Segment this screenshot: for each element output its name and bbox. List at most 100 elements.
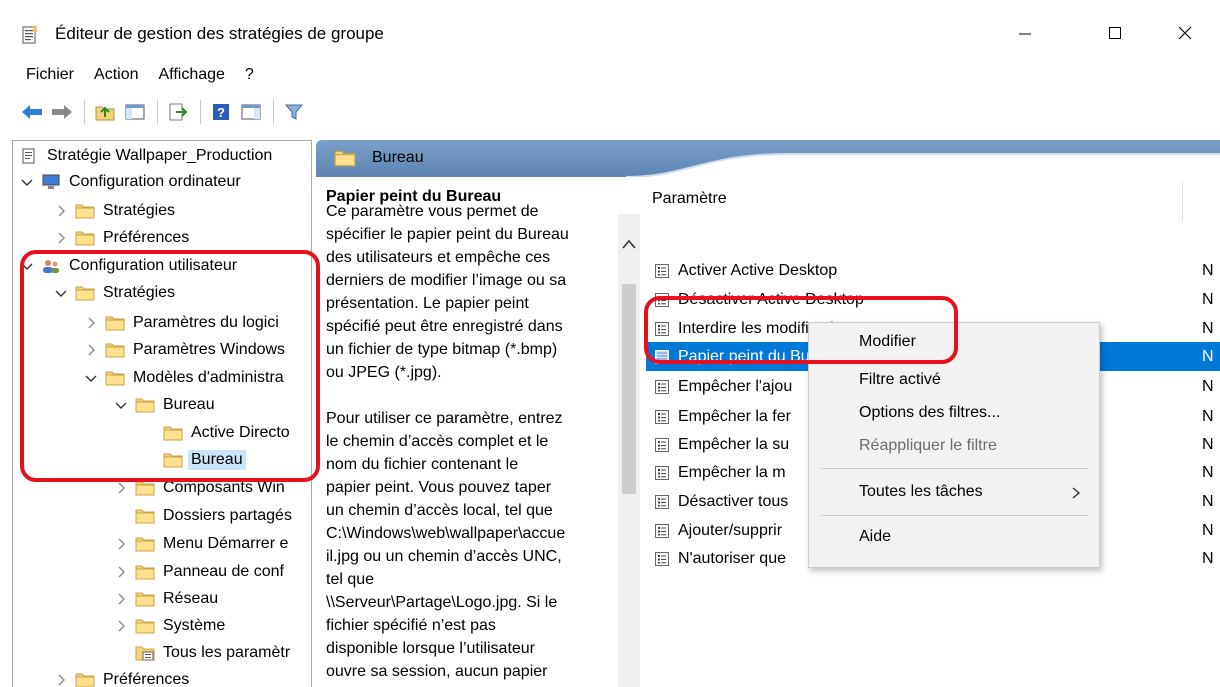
policy-setting-icon <box>654 292 670 308</box>
chevron-down-icon <box>19 258 35 274</box>
tree-computer-strategies[interactable]: Stratégies <box>53 198 175 224</box>
description-line <box>326 384 612 407</box>
submenu-arrow-icon <box>1072 487 1081 499</box>
menu-affichage[interactable]: Affichage <box>158 64 234 86</box>
tree-label: Active Directo <box>191 424 290 441</box>
chevron-right-icon <box>53 672 69 687</box>
description-line: disponible lorsque l’utilisateur <box>326 640 536 657</box>
tree-all-settings[interactable]: Tous les paramètr <box>135 640 290 666</box>
column-separator[interactable] <box>1182 182 1183 222</box>
description-line: spécifier le papier peint du Bureau <box>326 226 569 243</box>
window-title: Éditeur de gestion des stratégies de gro… <box>55 24 384 43</box>
folder-icon <box>75 203 95 219</box>
policy-setting-icon <box>654 263 670 279</box>
tree-active-directory[interactable]: Active Directo <box>163 420 290 446</box>
description-line: fichier spécifié n’est pas <box>326 617 496 634</box>
toolbar-separator <box>200 100 201 124</box>
tree-user-config[interactable]: Configuration utilisateur <box>19 253 237 279</box>
chevron-right-icon <box>53 203 69 219</box>
context-item-aide[interactable]: Aide <box>859 528 891 546</box>
setting-label: Empêcher l'ajou <box>678 377 793 395</box>
context-item-toutes-taches[interactable]: Toutes les tâches <box>859 483 983 501</box>
maximize-icon <box>1109 27 1121 39</box>
export-list-button[interactable] <box>164 98 192 126</box>
maximize-button[interactable] <box>1092 16 1138 50</box>
tree-windows-components[interactable]: Composants Win <box>113 475 285 501</box>
tree-computer-preferences[interactable]: Préférences <box>53 225 189 251</box>
tree-software-settings[interactable]: Paramètres du logici <box>83 310 279 336</box>
policy-setting-icon <box>654 551 670 567</box>
menu-fichier[interactable]: Fichier <box>26 64 84 86</box>
scroll-up-icon[interactable] <box>621 238 637 250</box>
menu-help[interactable]: ? <box>245 64 264 86</box>
up-level-button[interactable] <box>91 98 119 126</box>
back-button[interactable] <box>18 98 46 126</box>
tree-label: Dossiers partagés <box>163 507 292 524</box>
policy-setting-icon <box>654 523 670 539</box>
show-action-pane-button[interactable] <box>237 98 265 126</box>
tree-label: Modèles d'administra <box>133 369 284 386</box>
tree-shared-folders[interactable]: Dossiers partagés <box>135 503 292 529</box>
folder-icon <box>135 397 155 413</box>
tree-windows-settings[interactable]: Paramètres Windows <box>83 337 285 363</box>
details-header: Bureau <box>316 140 1220 177</box>
filter-button[interactable] <box>280 98 308 126</box>
action-pane-icon <box>241 104 261 120</box>
policy-setting-icon <box>654 465 670 481</box>
description-line: tel que <box>326 571 375 588</box>
policy-setting-icon <box>654 321 670 337</box>
setting-state: N <box>1202 435 1214 453</box>
setting-state: N <box>1202 261 1214 279</box>
forward-button[interactable] <box>48 98 76 126</box>
setting-state: N <box>1202 492 1214 510</box>
tree-system[interactable]: Système <box>113 613 225 639</box>
tree-user-preferences[interactable]: Préférences <box>53 667 189 687</box>
tree-label: Préférences <box>103 671 190 687</box>
context-separator <box>821 515 1089 516</box>
context-item-options-filtres[interactable]: Options des filtres... <box>859 404 1000 422</box>
setting-state: N <box>1202 347 1214 365</box>
scrollbar-thumb[interactable] <box>622 284 636 494</box>
help-button[interactable]: ? <box>207 98 235 126</box>
context-item-modifier[interactable]: Modifier <box>859 333 916 351</box>
description-scrollbar[interactable] <box>618 214 640 687</box>
tree-label: Configuration ordinateur <box>69 173 241 190</box>
description-line: présentation. Le papier peint <box>326 295 529 312</box>
description-line: \\Serveur\Partage\Logo.jpg. Si le <box>326 594 558 611</box>
column-header-parametre[interactable]: Paramètre <box>652 190 727 208</box>
tree-admin-templates[interactable]: Modèles d'administra <box>83 365 284 391</box>
console-tree-icon <box>125 104 145 120</box>
tree-desktop-selected[interactable]: Bureau <box>163 447 246 473</box>
tree-label: Composants Win <box>163 479 285 496</box>
close-button[interactable] <box>1162 16 1208 50</box>
tree-label: Tous les paramètr <box>163 644 291 661</box>
chevron-right-icon <box>113 591 129 607</box>
forward-arrow-icon <box>52 105 72 119</box>
tree-control-panel[interactable]: Panneau de conf <box>113 559 284 585</box>
policy-setting-icon <box>654 437 670 453</box>
tree-desktop[interactable]: Bureau <box>113 392 215 418</box>
policy-setting-icon <box>654 494 670 510</box>
folder-up-icon <box>95 106 115 121</box>
tree-root-gpo[interactable]: Stratégie Wallpaper_Production <box>19 143 272 169</box>
description-line: ou JPEG (*.jpg). <box>326 364 442 381</box>
tree-start-menu[interactable]: Menu Démarrer e <box>113 531 288 557</box>
close-icon <box>1178 26 1192 40</box>
description-line: Ce paramètre vous permet de <box>326 203 539 220</box>
minimize-button[interactable] <box>1002 16 1048 50</box>
context-item-filtre-active[interactable]: Filtre activé <box>859 371 941 389</box>
menu-action[interactable]: Action <box>94 64 148 86</box>
tree-network[interactable]: Réseau <box>113 586 218 612</box>
tree-user-strategies[interactable]: Stratégies <box>53 280 175 306</box>
context-menu: Modifier Filtre activé Options des filtr… <box>808 322 1100 568</box>
tree-computer-config[interactable]: Configuration ordinateur <box>19 169 241 195</box>
description-line: des utilisateurs et empêche ces <box>326 249 551 266</box>
setting-label: Empêcher la m <box>678 463 786 481</box>
setting-row[interactable]: Activer Active Desktop N <box>646 256 1220 285</box>
folder-icon <box>75 672 95 687</box>
chevron-down-icon <box>113 397 129 413</box>
show-hide-tree-button[interactable] <box>121 98 149 126</box>
folder-icon <box>163 425 183 441</box>
folder-icon <box>334 149 356 167</box>
setting-row[interactable]: Désactiver Active Desktop N <box>646 285 1220 314</box>
